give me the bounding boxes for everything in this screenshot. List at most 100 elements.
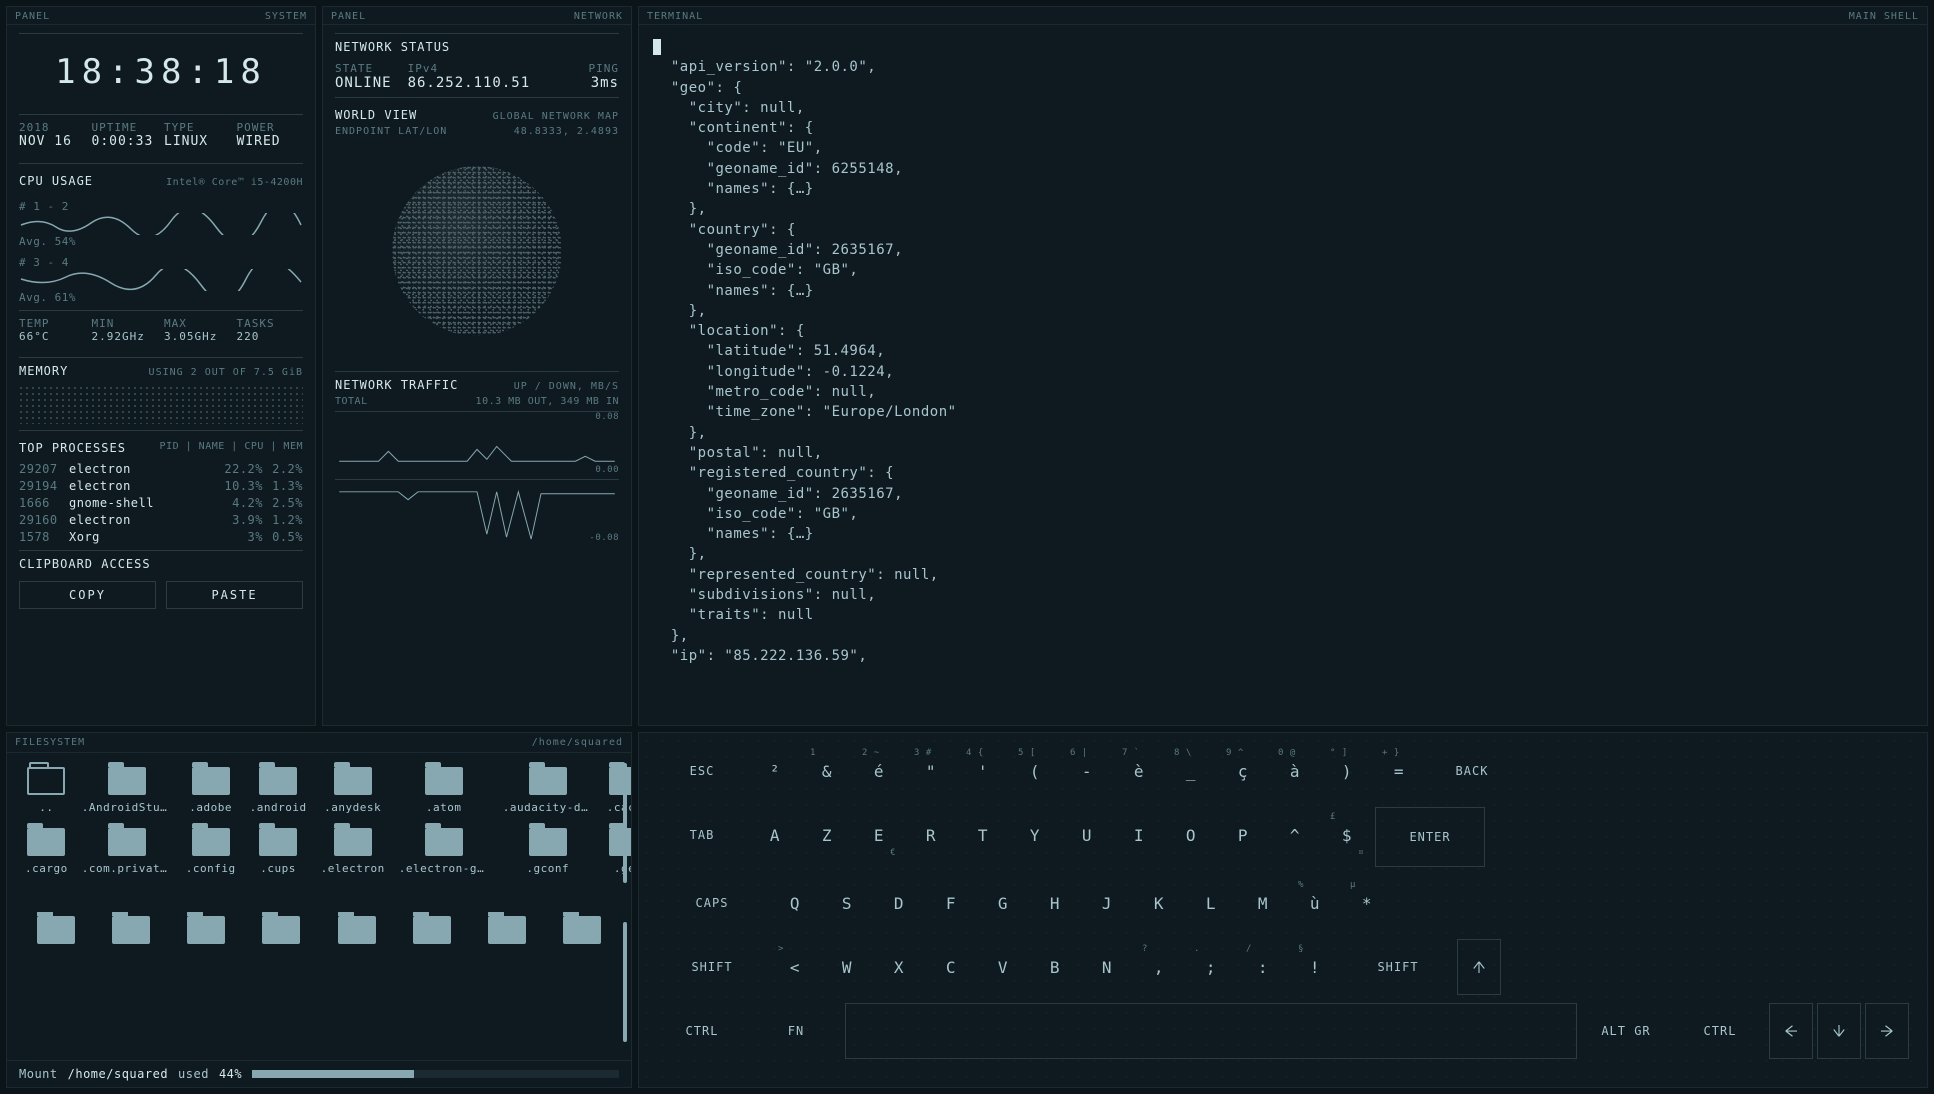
folder-item[interactable]: .gconf xyxy=(499,824,597,879)
folder-item[interactable]: .cargo xyxy=(21,824,72,879)
cpu-spark-1 xyxy=(19,213,303,235)
key-enter[interactable]: ENTER xyxy=(1375,807,1485,867)
key[interactable]: F xyxy=(927,875,975,931)
folder-item[interactable] xyxy=(96,912,165,948)
key[interactable]: 3 #" xyxy=(907,743,955,799)
key-space[interactable] xyxy=(845,1003,1577,1059)
key[interactable]: R xyxy=(907,807,955,863)
folder-item[interactable] xyxy=(247,912,316,948)
key[interactable]: 6 |- xyxy=(1063,743,1111,799)
key[interactable]: 8 \_ xyxy=(1167,743,1215,799)
folder-item[interactable]: .com.privatei… xyxy=(78,824,176,879)
key[interactable]: T xyxy=(959,807,1007,863)
key[interactable]: B xyxy=(1031,939,1079,995)
key[interactable]: U xyxy=(1063,807,1111,863)
folder-item[interactable] xyxy=(473,912,542,948)
paste-button[interactable]: PASTE xyxy=(166,581,303,609)
key[interactable]: 5 [( xyxy=(1011,743,1059,799)
key-arrow-up[interactable] xyxy=(1457,939,1501,995)
key-altgr[interactable]: ALT GR xyxy=(1581,1003,1671,1059)
key[interactable]: ^ xyxy=(1271,807,1319,863)
cursor-icon xyxy=(653,39,661,55)
folder-item[interactable]: .android xyxy=(246,763,311,818)
key[interactable]: L xyxy=(1187,875,1235,931)
key-arrow-down[interactable] xyxy=(1817,1003,1861,1059)
key[interactable]: A xyxy=(751,807,799,863)
key[interactable]: C xyxy=(927,939,975,995)
key[interactable]: S xyxy=(823,875,871,931)
key[interactable]: 9 ^ç xyxy=(1219,743,1267,799)
key[interactable]: 2 ~é xyxy=(855,743,903,799)
folder-item[interactable]: .anydesk xyxy=(317,763,389,818)
key[interactable]: ² xyxy=(751,743,799,799)
key[interactable]: E€ xyxy=(855,807,903,863)
key[interactable]: 7 `è xyxy=(1115,743,1163,799)
folder-item[interactable] xyxy=(322,912,391,948)
key-arrow-right[interactable] xyxy=(1865,1003,1909,1059)
folder-item[interactable]: .audacity-data xyxy=(499,763,597,818)
folder-item[interactable] xyxy=(548,912,617,948)
folder-icon xyxy=(108,767,146,795)
folder-item[interactable]: .adobe xyxy=(182,763,240,818)
folder-item[interactable]: .config xyxy=(182,824,240,879)
key[interactable]: I xyxy=(1115,807,1163,863)
folder-item[interactable]: .atom xyxy=(395,763,493,818)
clock: 18:38:18 xyxy=(19,40,303,108)
folder-item[interactable] xyxy=(21,912,90,948)
key[interactable]: J xyxy=(1083,875,1131,931)
key-shift[interactable]: SHIFT xyxy=(1343,939,1453,995)
key[interactable]: 4 {' xyxy=(959,743,1007,799)
key[interactable]: µ* xyxy=(1343,875,1391,931)
key[interactable]: P xyxy=(1219,807,1267,863)
folder-item[interactable]: .cups xyxy=(246,824,311,879)
key[interactable]: %ù xyxy=(1291,875,1339,931)
panel-label-right: SYSTEM xyxy=(265,11,307,22)
process-row: 29207electron22.2%2.2% xyxy=(19,462,303,476)
key[interactable]: G xyxy=(979,875,1027,931)
key[interactable]: >< xyxy=(771,939,819,995)
key[interactable]: D xyxy=(875,875,923,931)
key[interactable]: X xyxy=(875,939,923,995)
key[interactable]: H xyxy=(1031,875,1079,931)
key[interactable]: ° ]) xyxy=(1323,743,1371,799)
folder-item[interactable]: .electron xyxy=(317,824,389,879)
folder-item[interactable] xyxy=(397,912,466,948)
folder-item[interactable] xyxy=(172,912,241,948)
key[interactable]: ?, xyxy=(1135,939,1183,995)
key[interactable]: O xyxy=(1167,807,1215,863)
folder-item[interactable]: .cache xyxy=(603,763,631,818)
folder-icon xyxy=(192,828,230,856)
folder-item[interactable]: .. xyxy=(21,763,72,818)
key[interactable]: 1& xyxy=(803,743,851,799)
key[interactable]: Z xyxy=(803,807,851,863)
key-caps[interactable]: CAPS xyxy=(657,875,767,931)
copy-button[interactable]: COPY xyxy=(19,581,156,609)
process-row: 1578Xorg3%0.5% xyxy=(19,530,303,544)
folder-item[interactable]: .AndroidStudi… xyxy=(78,763,176,818)
key-shift[interactable]: SHIFT xyxy=(657,939,767,995)
folder-item[interactable]: .gem xyxy=(603,824,631,879)
key[interactable]: W xyxy=(823,939,871,995)
key[interactable]: K xyxy=(1135,875,1183,931)
key-tab[interactable]: TAB xyxy=(657,807,747,863)
key[interactable]: V xyxy=(979,939,1027,995)
key[interactable]: 0 @à xyxy=(1271,743,1319,799)
folder-item[interactable]: .electron-gyp xyxy=(395,824,493,879)
key-ctrl[interactable]: CTRL xyxy=(657,1003,747,1059)
key[interactable]: /: xyxy=(1239,939,1287,995)
key[interactable]: §! xyxy=(1291,939,1339,995)
key-ctrl[interactable]: CTRL xyxy=(1675,1003,1765,1059)
key[interactable]: Y xyxy=(1011,807,1059,863)
key[interactable]: .; xyxy=(1187,939,1235,995)
key[interactable]: N xyxy=(1083,939,1131,995)
key-esc[interactable]: ESC xyxy=(657,743,747,799)
key-arrow-left[interactable] xyxy=(1769,1003,1813,1059)
key[interactable]: £$¤ xyxy=(1323,807,1371,863)
key[interactable]: + }= xyxy=(1375,743,1423,799)
key-fn[interactable]: FN xyxy=(751,1003,841,1059)
folder-icon xyxy=(192,767,230,795)
key-back[interactable]: BACK xyxy=(1427,743,1517,799)
terminal-output[interactable]: "api_version": "2.0.0", "geo": { "city":… xyxy=(639,25,1927,725)
key[interactable]: M xyxy=(1239,875,1287,931)
key[interactable]: Q xyxy=(771,875,819,931)
